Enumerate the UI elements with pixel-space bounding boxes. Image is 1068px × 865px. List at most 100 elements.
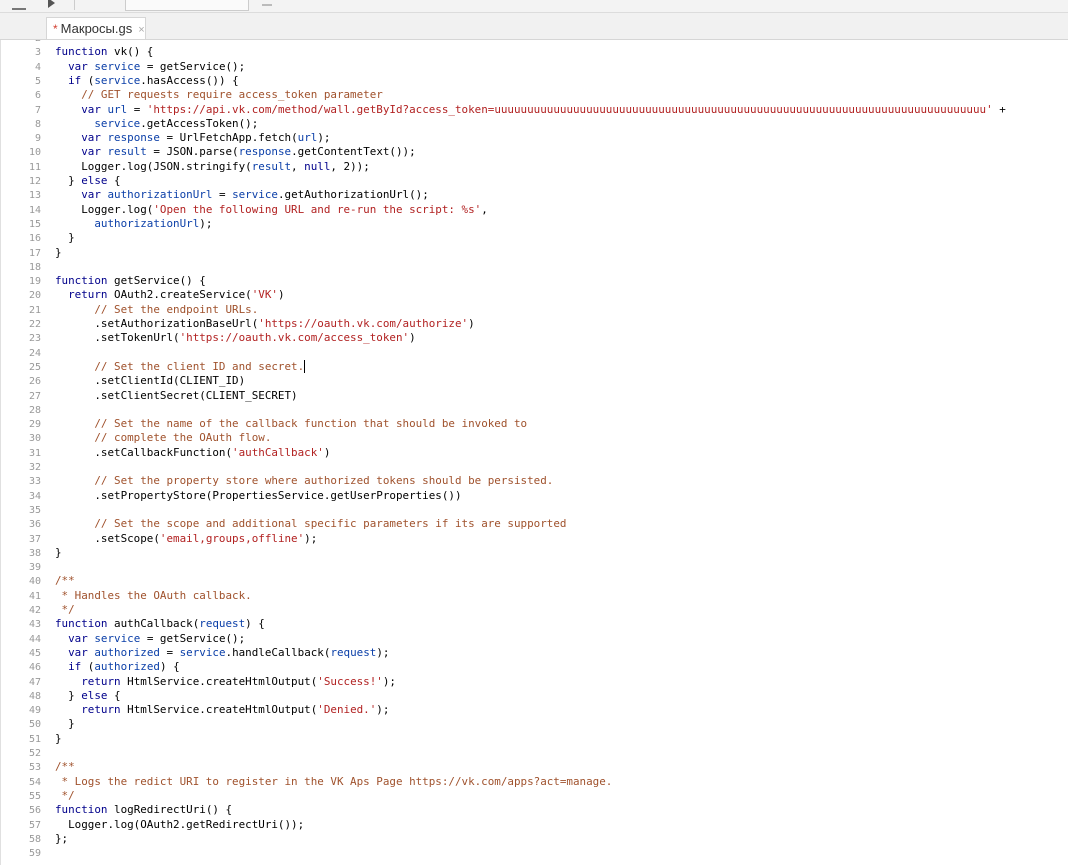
menu-icon[interactable] <box>12 0 26 10</box>
code-line[interactable]: 17} <box>1 246 62 260</box>
code-variable: response <box>107 131 160 145</box>
function-select[interactable] <box>125 0 249 11</box>
code-line[interactable]: 23 .setTokenUrl('https://oauth.vk.com/ac… <box>1 331 416 345</box>
code-comment: */ <box>55 788 75 802</box>
code-text: ( <box>81 660 95 674</box>
code-line[interactable]: 41 * Handles the OAuth callback. <box>1 589 252 603</box>
code-line[interactable]: 51} <box>1 732 62 746</box>
code-line[interactable]: 11 Logger.log(JSON.stringify(result, nul… <box>1 160 370 174</box>
code-line[interactable]: 40 /** <box>1 574 75 588</box>
code-line[interactable]: 3 function vk() { <box>1 45 153 59</box>
code-string: 'VK' <box>251 288 278 302</box>
code-line[interactable]: 24 <box>1 346 55 360</box>
code-line[interactable]: 4 var service = getService(); <box>1 60 245 74</box>
code-line[interactable]: 32 <box>1 460 55 474</box>
code-line[interactable]: 45 var authorized = service.handleCallba… <box>1 645 390 660</box>
code-line[interactable]: 44 var service = getService(); <box>1 632 245 646</box>
code-line[interactable]: 6 // GET requests require access_token p… <box>1 88 383 102</box>
code-string: 'authCallback' <box>232 445 324 459</box>
code-line[interactable]: 47 return HtmlService.createHtmlOutput('… <box>1 675 396 689</box>
code-line[interactable]: 13 var authorizationUrl = service.getAut… <box>1 188 429 202</box>
code-line[interactable]: 59 <box>1 846 55 860</box>
code-line[interactable]: 7 var url = 'https://api.vk.com/method/w… <box>1 103 1006 117</box>
code-line[interactable]: 18 <box>1 260 55 274</box>
code-text: } <box>55 231 75 245</box>
code-line[interactable]: 49 return HtmlService.createHtmlOutput('… <box>1 703 389 717</box>
tab-macros-gs[interactable]: * Макросы.gs × <box>46 17 146 39</box>
code-keyword: var <box>68 59 88 73</box>
code-line[interactable]: 58}; <box>1 832 68 846</box>
line-number: 45 <box>28 647 41 659</box>
code-line[interactable]: 46 if (authorized) { <box>1 660 180 674</box>
code-line[interactable]: 33 // Set the property store where autho… <box>1 474 553 488</box>
code-line[interactable]: 38} <box>1 546 62 560</box>
line-number: 36 <box>28 519 41 531</box>
code-editor[interactable]: 23function vk() {4 var service = getServ… <box>0 40 1068 865</box>
code-line[interactable]: 55 */ <box>1 789 75 803</box>
code-text: logRedirectUri() { <box>107 803 233 817</box>
code-line[interactable]: 2 <box>1 40 55 45</box>
code-line[interactable]: 39 <box>1 560 55 574</box>
code-keyword: else <box>81 688 108 702</box>
code-line[interactable]: 37 .setScope('email,groups,offline'); <box>1 532 317 546</box>
code-line[interactable]: 57 Logger.log(OAuth2.getRedirectUri()); <box>1 818 304 832</box>
code-text: ); <box>304 531 318 545</box>
text-cursor <box>304 360 306 374</box>
line-number: 51 <box>28 733 41 745</box>
code-line[interactable]: 35 <box>1 503 55 517</box>
code-line[interactable]: 56 function logRedirectUri() { <box>1 803 232 817</box>
code-line[interactable]: 28 <box>1 403 55 417</box>
code-line[interactable]: 29 // Set the name of the callback funct… <box>1 417 527 431</box>
line-number: 6 <box>34 90 41 102</box>
code-line[interactable]: 53 /** <box>1 760 75 774</box>
code-line[interactable]: 14 Logger.log('Open the following URL an… <box>1 203 488 217</box>
code-text: .setTokenUrl( <box>55 331 180 345</box>
code-comment: * Handles the OAuth callback. <box>55 588 252 602</box>
code-line[interactable]: 21 // Set the endpoint URLs. <box>1 303 258 317</box>
code-line[interactable]: 12 } else { <box>1 174 121 188</box>
line-number: 43 <box>28 619 41 631</box>
code-line[interactable]: 5 if (service.hasAccess()) { <box>1 74 239 88</box>
code-line[interactable]: 26 .setClientId(CLIENT_ID) <box>1 374 245 388</box>
code-line[interactable]: 27 .setClientSecret(CLIENT_SECRET) <box>1 389 298 403</box>
code-line[interactable]: 16 } <box>1 231 75 245</box>
code-line[interactable]: 22 .setAuthorizationBaseUrl('https://oau… <box>1 317 475 331</box>
run-icon[interactable] <box>48 0 55 8</box>
code-line[interactable]: 42 */ <box>1 603 75 617</box>
code-line[interactable]: 15 authorizationUrl); <box>1 217 212 231</box>
code-line[interactable]: 10 var result = JSON.parse(response.getC… <box>1 145 416 159</box>
code-variable: authorizationUrl <box>94 216 200 230</box>
code-comment: // Set the name of the callback function… <box>94 417 528 431</box>
code-text: .setAuthorizationBaseUrl( <box>55 317 259 330</box>
code-text: .setClientId(CLIENT_ID) <box>55 374 246 388</box>
code-line[interactable]: 34 .setPropertyStore(PropertiesService.g… <box>1 489 462 503</box>
code-variable: service <box>94 631 141 645</box>
line-number: 38 <box>28 547 41 559</box>
code-line[interactable]: 50 } <box>1 717 75 731</box>
close-icon[interactable]: × <box>138 24 144 36</box>
code-text: = JSON.parse( <box>146 145 239 159</box>
line-number: 59 <box>28 848 41 860</box>
chevron-down-icon[interactable] <box>262 0 272 6</box>
code-line[interactable]: 8 service.getAccessToken(); <box>1 117 258 131</box>
code-line[interactable]: 54 * Logs the redict URI to register in … <box>1 775 612 789</box>
code-line[interactable]: 20 return OAuth2.createService('VK') <box>1 288 285 302</box>
code-variable: authorizationUrl <box>107 188 213 202</box>
code-line[interactable]: 19 function getService() { <box>1 274 206 288</box>
code-line[interactable]: 25 // Set the client ID and secret. <box>1 360 306 374</box>
code-line[interactable]: 30 // complete the OAuth flow. <box>1 431 271 445</box>
line-number: 30 <box>28 433 41 445</box>
code-line[interactable]: 52 <box>1 746 55 760</box>
code-line[interactable]: 9 var response = UrlFetchApp.fetch(url); <box>1 131 330 145</box>
code-text: getService() { <box>107 274 206 288</box>
code-line[interactable]: 36 // Set the scope and additional speci… <box>1 517 566 531</box>
code-line[interactable]: 43 function authCallback(request) { <box>1 617 265 631</box>
code-text: ); <box>376 645 390 659</box>
code-line[interactable]: 48 } else { <box>1 689 121 703</box>
code-comment: */ <box>55 603 75 616</box>
code-line[interactable]: 31 .setCallbackFunction('authCallback') <box>1 446 330 460</box>
code-text: .getContentText()); <box>291 145 416 159</box>
